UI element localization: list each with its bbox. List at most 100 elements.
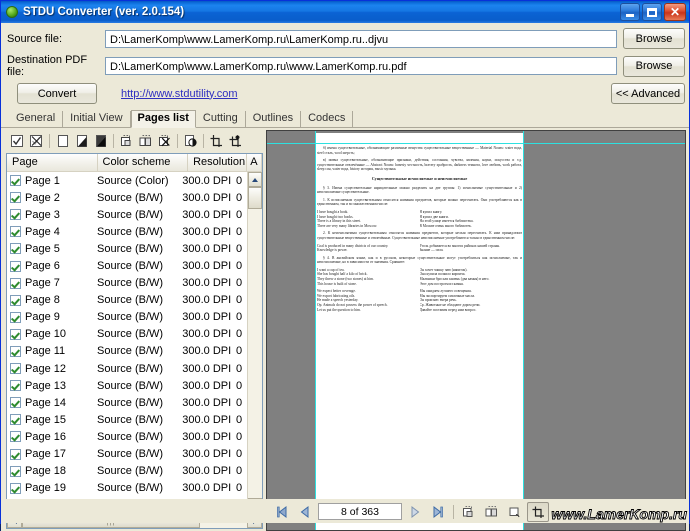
status-bar: 8 of 363 www.LamerKomp.ru [1, 499, 689, 523]
color-scheme-gray-icon[interactable] [72, 132, 91, 150]
page-checkbox[interactable] [10, 363, 21, 375]
page-checkbox[interactable] [10, 277, 21, 289]
table-row[interactable]: Page 4 Source (B/W) 300.0 DPI 0 [7, 223, 247, 240]
close-button[interactable]: ✕ [664, 3, 686, 21]
column-header-page[interactable]: Page [7, 154, 98, 171]
table-row[interactable]: Page 17 Source (B/W) 300.0 DPI 0 [7, 446, 247, 463]
table-row[interactable]: Page 2 Source (B/W) 300.0 DPI 0 [7, 189, 247, 206]
toolbar-separator [46, 133, 53, 149]
page-checkbox[interactable] [10, 209, 21, 221]
auto-crop-icon[interactable] [226, 132, 245, 150]
next-page-button[interactable] [404, 502, 426, 522]
table-row[interactable]: Page 9 Source (B/W) 300.0 DPI 0 [7, 309, 247, 326]
page-checkbox[interactable] [10, 175, 21, 187]
browse-destination-button[interactable]: Browse [623, 55, 685, 77]
column-header-color-scheme[interactable]: Color scheme [98, 154, 189, 171]
first-page-button[interactable] [271, 502, 293, 522]
tab-codecs[interactable]: Codecs [301, 111, 354, 127]
table-row[interactable]: Page 13 Source (B/W) 300.0 DPI 0 [7, 377, 247, 394]
column-header-a[interactable]: A [247, 154, 262, 171]
toolbar-separator [200, 133, 207, 149]
column-header-resolution[interactable]: Resolution [188, 154, 248, 171]
tab-outlines[interactable]: Outlines [246, 111, 302, 127]
page-checkbox[interactable] [10, 448, 21, 460]
duplicate-page-icon[interactable] [136, 132, 155, 150]
table-row[interactable]: Page 19 Source (B/W) 300.0 DPI 0 [7, 480, 247, 497]
page-indicator[interactable]: 8 of 363 [318, 503, 402, 520]
page-checkbox[interactable] [10, 243, 21, 255]
page-preview-pane[interactable]: б) имена существительные, обозначающие р… [266, 130, 686, 531]
delete-page-icon[interactable] [155, 132, 174, 150]
destination-file-input[interactable]: D:\LamerKomp\www.LamerKomp.ru\www.LamerK… [105, 57, 617, 75]
table-row[interactable]: Page 8 Source (B/W) 300.0 DPI 0 [7, 292, 247, 309]
table-row[interactable]: Page 1 Source (Color) 300.0 DPI 0 [7, 172, 247, 189]
table-row[interactable]: Page 10 Source (B/W) 300.0 DPI 0 [7, 326, 247, 343]
previous-page-button[interactable] [294, 502, 316, 522]
fit-width-button[interactable] [481, 502, 503, 522]
stdutility-link[interactable]: http://www.stdutility.com [121, 88, 605, 100]
table-row[interactable]: Page 6 Source (B/W) 300.0 DPI 0 [7, 257, 247, 274]
page-checkbox[interactable] [10, 192, 21, 204]
cell-a: 0 [235, 345, 243, 358]
table-row[interactable]: Page 11 Source (B/W) 300.0 DPI 0 [7, 343, 247, 360]
last-page-button[interactable] [427, 502, 449, 522]
maximize-button[interactable] [642, 3, 662, 21]
page-checkbox[interactable] [10, 465, 21, 477]
table-row[interactable]: Page 3 Source (B/W) 300.0 DPI 0 [7, 206, 247, 223]
table-row[interactable]: Page 12 Source (B/W) 300.0 DPI 0 [7, 360, 247, 377]
color-scheme-bw-icon[interactable] [91, 132, 110, 150]
page-checkbox[interactable] [10, 482, 21, 494]
crop-tool-button[interactable] [527, 501, 549, 522]
tab-general[interactable]: General [9, 111, 64, 127]
minimize-button[interactable] [620, 3, 640, 21]
advanced-toggle-button[interactable]: << Advanced [611, 83, 685, 104]
crop-guide-left[interactable] [315, 131, 316, 530]
tab-initial-view[interactable]: Initial View [63, 111, 131, 127]
scroll-up-button[interactable] [248, 172, 262, 187]
tab-pages-list[interactable]: Pages list [130, 110, 196, 128]
example-ru: Давайте поставим перед ним вопрос. [419, 307, 477, 312]
crop-guide-top[interactable] [267, 143, 685, 144]
page-checkbox[interactable] [10, 260, 21, 272]
title-bar[interactable]: STDU Converter (ver. 2.0.154) ✕ [1, 1, 689, 23]
zoom-tool-button[interactable] [504, 502, 526, 522]
cell-page: Page 17 [7, 448, 92, 460]
doc-paragraph: б) имена существительные, обозначающие р… [317, 146, 522, 155]
scroll-track[interactable] [248, 209, 262, 498]
browse-source-button[interactable]: Browse [623, 28, 685, 49]
page-checkbox[interactable] [10, 328, 21, 340]
source-file-input[interactable]: D:\LamerKomp\www.LamerKomp.ru\LamerKomp.… [105, 29, 617, 48]
check-all-icon[interactable] [8, 132, 27, 150]
pages-table-body: Page 1 Source (Color) 300.0 DPI 0 Page 2 Sour… [7, 172, 262, 513]
page-checkbox[interactable] [10, 294, 21, 306]
globe-icon [5, 5, 19, 19]
fit-page-button[interactable] [458, 502, 480, 522]
page-checkbox[interactable] [10, 397, 21, 409]
crop-icon[interactable] [207, 132, 226, 150]
page-checkbox[interactable] [10, 414, 21, 426]
tab-cutting[interactable]: Cutting [196, 111, 246, 127]
cell-page: Page 1 [7, 175, 92, 187]
table-row[interactable]: Page 7 Source (B/W) 300.0 DPI 0 [7, 275, 247, 292]
pages-vertical-scrollbar[interactable] [247, 172, 262, 513]
scroll-thumb[interactable] [248, 187, 262, 209]
table-row[interactable]: Page 18 Source (B/W) 300.0 DPI 0 [7, 463, 247, 480]
table-row[interactable]: Page 5 Source (B/W) 300.0 DPI 0 [7, 240, 247, 257]
source-file-label: Source file: [7, 32, 63, 45]
table-row[interactable]: Page 15 Source (B/W) 300.0 DPI 0 [7, 411, 247, 428]
copy-page-icon[interactable] [117, 132, 136, 150]
page-checkbox[interactable] [10, 311, 21, 323]
page-checkbox[interactable] [10, 380, 21, 392]
page-checkbox[interactable] [10, 345, 21, 357]
toolbar-separator [110, 133, 117, 149]
convert-button[interactable]: Convert [17, 83, 97, 104]
uncheck-all-icon[interactable] [27, 132, 46, 150]
table-row[interactable]: Page 14 Source (B/W) 300.0 DPI 0 [7, 394, 247, 411]
cell-a: 0 [235, 413, 243, 426]
table-row[interactable]: Page 16 Source (B/W) 300.0 DPI 0 [7, 428, 247, 445]
color-scheme-source-icon[interactable] [53, 132, 72, 150]
contrast-icon[interactable] [181, 132, 200, 150]
page-checkbox[interactable] [10, 431, 21, 443]
crop-guide-right[interactable] [523, 131, 524, 530]
page-checkbox[interactable] [10, 226, 21, 238]
